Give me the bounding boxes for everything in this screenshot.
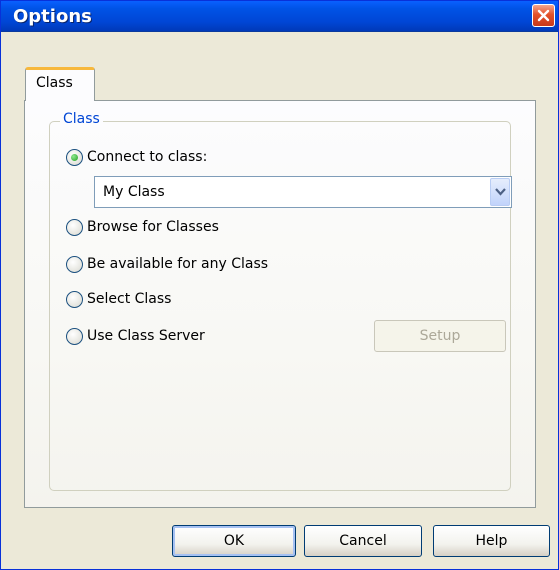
radio-label: Be available for any Class xyxy=(87,256,269,272)
radio-label: Use Class Server xyxy=(87,328,205,344)
title-bar[interactable]: Options xyxy=(1,1,558,32)
radio-browse-for-classes[interactable]: Browse for Classes xyxy=(66,216,219,238)
close-icon xyxy=(537,9,550,22)
chevron-down-icon xyxy=(495,188,506,196)
radio-label: Connect to class: xyxy=(87,149,208,165)
setup-button[interactable]: Setup xyxy=(374,320,506,352)
close-button[interactable] xyxy=(532,4,555,27)
help-button[interactable]: Help xyxy=(433,525,550,557)
radio-label: Select Class xyxy=(87,291,172,307)
class-select[interactable]: My Class xyxy=(94,176,512,208)
group-legend: Class xyxy=(60,111,103,127)
class-select-value: My Class xyxy=(103,184,165,200)
radio-select-class[interactable]: Select Class xyxy=(66,288,171,310)
radio-button[interactable] xyxy=(66,218,83,236)
radio-label: Browse for Classes xyxy=(87,219,219,235)
dropdown-button[interactable] xyxy=(490,178,510,206)
ok-button[interactable]: OK xyxy=(172,525,296,557)
options-dialog: Options Class Class Connect to class: My… xyxy=(0,0,559,570)
tab-panel: Class Connect to class: My Class Browse … xyxy=(24,100,536,508)
class-groupbox: Class Connect to class: My Class Browse … xyxy=(49,111,512,491)
radio-use-class-server[interactable]: Use Class Server xyxy=(66,325,205,347)
cancel-button[interactable]: Cancel xyxy=(304,525,422,557)
radio-button[interactable] xyxy=(66,327,83,345)
tab-class-label: Class xyxy=(36,75,73,91)
radio-be-available[interactable]: Be available for any Class xyxy=(66,253,268,275)
radio-button[interactable] xyxy=(66,290,83,308)
window-title: Options xyxy=(13,6,92,27)
radio-connect-to-class[interactable]: Connect to class: xyxy=(66,146,207,168)
radio-button[interactable] xyxy=(66,255,83,273)
tab-class[interactable]: Class xyxy=(25,67,95,101)
radio-button[interactable] xyxy=(66,148,83,166)
